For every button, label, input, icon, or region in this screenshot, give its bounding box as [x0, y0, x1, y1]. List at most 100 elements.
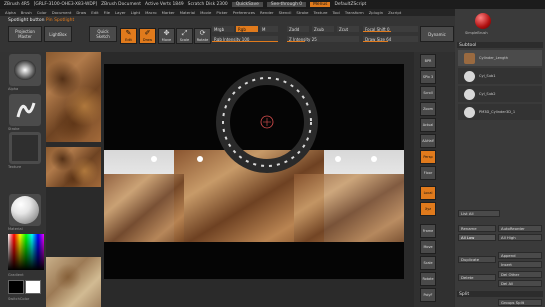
xyz-button[interactable]: Xyz: [420, 202, 436, 216]
canvas-area[interactable]: [46, 52, 414, 307]
aahalf-button[interactable]: AAHalf: [420, 134, 436, 148]
del-other-button[interactable]: Del Other: [498, 271, 542, 278]
zsub-button[interactable]: Zsub: [312, 26, 334, 32]
frame-button[interactable]: Frame: [420, 224, 436, 238]
menu-tool[interactable]: Tool: [332, 10, 339, 15]
z-intensity-slider[interactable]: Z Intensity 25: [287, 36, 359, 42]
focal-shift-slider[interactable]: Focal Shift 0: [363, 26, 418, 32]
del-all-button[interactable]: Del All: [498, 280, 542, 287]
material-thumbnail[interactable]: [9, 194, 41, 226]
menu-file[interactable]: File: [104, 10, 110, 15]
draw-button[interactable]: ✐ Draw: [139, 28, 156, 44]
move-button[interactable]: ✥ Move: [158, 28, 175, 44]
all-low-button[interactable]: All Low: [458, 234, 496, 241]
auto-reorder-button[interactable]: AutoReorder: [498, 225, 542, 232]
menu-preferences[interactable]: Preferences: [233, 10, 255, 15]
polyf-button[interactable]: PolyF: [420, 288, 436, 302]
menu-edit[interactable]: Edit: [91, 10, 98, 15]
default-zscript[interactable]: DefaultZScript: [334, 2, 366, 7]
menu-texture[interactable]: Texture: [314, 10, 328, 15]
app-name: ZBrush 4R5: [4, 2, 30, 7]
menu-macro[interactable]: Macro: [145, 10, 157, 15]
alpha-thumbnail[interactable]: [9, 54, 41, 86]
subtool-row[interactable]: Cyl_Sub1: [458, 68, 542, 84]
menu-color[interactable]: Color: [37, 10, 47, 15]
menu-document[interactable]: Document: [52, 10, 72, 15]
menu-render[interactable]: Render: [260, 10, 274, 15]
color-picker[interactable]: [8, 234, 44, 270]
groups-split-button[interactable]: Groups Split: [498, 299, 542, 306]
scale-view-button[interactable]: Scale: [420, 256, 436, 270]
stroke-thumbnail[interactable]: [9, 94, 41, 126]
delete-button[interactable]: Delete: [458, 274, 496, 281]
subtool-row[interactable]: Cyl_Sub2: [458, 86, 542, 102]
texture-strip-bottom[interactable]: [46, 257, 101, 307]
actual-button[interactable]: Actual: [420, 118, 436, 132]
rgb-intensity-slider[interactable]: Rgb Intensity 100: [212, 36, 278, 42]
lightbox-button[interactable]: LightBox: [44, 26, 72, 42]
zcut-button[interactable]: Zcut: [337, 26, 359, 32]
menu-zscript[interactable]: Zscript: [388, 10, 401, 15]
scratch-disk: Scratch Disk 2300: [187, 2, 228, 7]
texture-strip-middle[interactable]: [46, 147, 101, 187]
rename-button[interactable]: Rename: [458, 225, 496, 232]
texture-strip-top[interactable]: [46, 52, 101, 142]
mrgb-button[interactable]: Mrgb: [212, 26, 234, 32]
secondary-color-swatch[interactable]: [25, 280, 41, 294]
projection-master-button[interactable]: Projection Master: [8, 26, 42, 42]
viewport[interactable]: [94, 64, 414, 279]
subtool-row[interactable]: PM3D_Cylinder3D_1: [458, 104, 542, 120]
quicksave-button[interactable]: QuickSave: [231, 2, 263, 7]
zoom-button[interactable]: Zoom: [420, 102, 436, 116]
edit-button[interactable]: ✎ Edit: [120, 28, 137, 44]
scroll-button[interactable]: Scroll: [420, 86, 436, 100]
split-section[interactable]: Split: [457, 291, 543, 297]
quick-sketch-button[interactable]: Quick Sketch: [89, 26, 117, 42]
material-label: Material: [8, 227, 23, 231]
append-button[interactable]: Append: [498, 252, 542, 259]
duplicate-button[interactable]: Duplicate: [458, 256, 496, 263]
bpr-button[interactable]: BPR: [420, 54, 436, 68]
menu-stencil[interactable]: Stencil: [279, 10, 292, 15]
subtool-row[interactable]: Cylinder_Length: [458, 50, 542, 66]
floor-button[interactable]: Floor: [420, 166, 436, 180]
switch-color-label[interactable]: SwitchColor: [8, 297, 29, 301]
move-icon: ✥: [163, 29, 170, 37]
menu-material[interactable]: Material: [180, 10, 195, 15]
spix-button[interactable]: SPix 3: [420, 70, 436, 84]
move-view-button[interactable]: Move: [420, 240, 436, 254]
document-name: ZBrush Document: [101, 2, 141, 7]
texture-thumbnail[interactable]: [9, 132, 41, 164]
rgb-button[interactable]: Rgb: [236, 26, 258, 32]
subtool-title[interactable]: Subtool: [457, 42, 543, 48]
right-tray: BPR SPix 3 Scroll Zoom Actual AAHalf Per…: [414, 52, 454, 307]
menu-layer[interactable]: Layer: [115, 10, 126, 15]
list-all-button[interactable]: List All: [458, 210, 500, 217]
menu-marker[interactable]: Marker: [162, 10, 175, 15]
menu-alpha[interactable]: Alpha: [5, 10, 16, 15]
dynamic-button[interactable]: Dynamic: [420, 26, 454, 42]
menu-movie[interactable]: Movie: [200, 10, 211, 15]
local-button[interactable]: Local: [420, 186, 436, 200]
menu-light[interactable]: Light: [131, 10, 140, 15]
menu-draw[interactable]: Draw: [76, 10, 86, 15]
menu-transform[interactable]: Transform: [345, 10, 364, 15]
menu-brush[interactable]: Brush: [21, 10, 32, 15]
m-button[interactable]: M: [260, 26, 278, 32]
rotate-button[interactable]: ⟳ Rotate: [194, 28, 211, 44]
scale-button[interactable]: ⤢ Scale: [176, 28, 193, 44]
zadd-button[interactable]: Zadd: [287, 26, 309, 32]
menu-zplugin[interactable]: Zplugin: [369, 10, 383, 15]
rotate-view-button[interactable]: Rotate: [420, 272, 436, 286]
persp-button[interactable]: Persp: [420, 150, 436, 164]
main-color-swatch[interactable]: [8, 280, 24, 294]
insert-button[interactable]: Insert: [498, 261, 542, 268]
brush-preview-icon[interactable]: [475, 13, 491, 29]
menu-stroke[interactable]: Stroke: [296, 10, 308, 15]
menu-picker[interactable]: Picker: [216, 10, 227, 15]
all-high-button[interactable]: All High: [498, 234, 542, 241]
scale-icon: ⤢: [181, 29, 188, 37]
see-through-slider[interactable]: See-through 0: [266, 2, 307, 7]
draw-size-slider[interactable]: Draw Size 64: [363, 36, 418, 42]
menus-button[interactable]: Menus: [310, 2, 331, 7]
